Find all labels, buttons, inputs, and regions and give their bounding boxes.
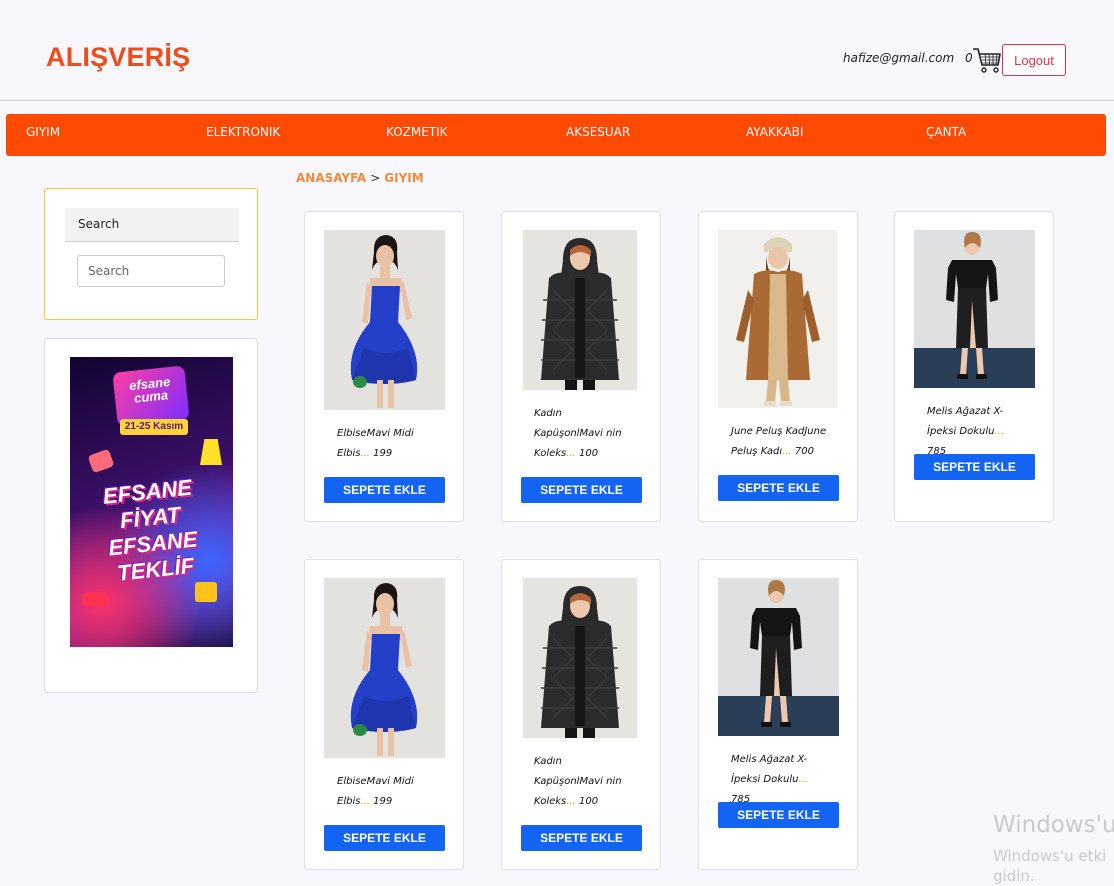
shoe-icon	[82, 592, 108, 606]
windows-activation-watermark: Windows'u	[993, 812, 1114, 838]
ellipsis: ...	[994, 426, 1005, 437]
breadcrumb-current: GIYIM	[384, 171, 424, 185]
watermark-line: Windows'u etki	[993, 847, 1107, 865]
product-card: June Peluş KadJune Peluş Kadı... 700 SEP…	[698, 211, 858, 522]
promo-panel: efsane cuma 21-25 Kasım EFSANE FİYAT EFSA…	[44, 338, 258, 693]
product-caption: Kadın KapüşonlMavi nin Koleks... 100	[534, 404, 630, 464]
product-card: Melis Ağazat X- İpeksi Dokulu... 785 SEP…	[698, 559, 858, 870]
add-to-cart-button[interactable]: SEPETE EKLE	[718, 475, 839, 501]
search-panel: Search	[44, 188, 258, 320]
product-image-blue-dress[interactable]	[324, 578, 445, 758]
ellipsis: ...	[360, 448, 370, 459]
site-header: ALIŞVERİŞ hafize@gmail.com 0 Logout	[0, 0, 1114, 101]
product-caption: ElbiseMavi Midi Elbis... 199	[337, 772, 433, 812]
product-name-line: ElbiseMavi Midi	[337, 428, 414, 439]
add-to-cart-button[interactable]: SEPETE EKLE	[718, 802, 839, 828]
product-price: 700	[794, 446, 814, 457]
product-name-line: KapüşonlMavi nin	[534, 776, 622, 787]
add-to-cart-button[interactable]: SEPETE EKLE	[324, 477, 445, 503]
promo-badge: efsane cuma	[112, 365, 190, 427]
logout-button[interactable]: Logout	[1002, 44, 1066, 76]
promo-headline: EFSANE FİYAT EFSANE TEKLİF	[101, 474, 199, 586]
nav-item-kozmetik[interactable]: KOZMETIK	[386, 125, 448, 139]
windows-activation-subtext: Windows'u etki gidin.	[993, 846, 1106, 886]
product-price: 199	[373, 448, 393, 459]
product-caption: ElbiseMavi Midi Elbis... 199	[337, 424, 433, 464]
handbag-icon	[87, 448, 115, 474]
ellipsis: ...	[566, 796, 576, 807]
nav-item-canta[interactable]: ÇANTA	[926, 125, 966, 139]
product-card: Melis Ağazat X- İpeksi Dokulu... 785 SEP…	[894, 211, 1054, 522]
product-caption: June Peluş KadJune Peluş Kadı... 700	[731, 422, 827, 462]
breadcrumb-home[interactable]: ANASAYFA	[296, 171, 366, 185]
user-email: hafize@gmail.com	[843, 51, 955, 65]
product-price: 100	[579, 796, 599, 807]
product-name-line: Koleks	[534, 796, 567, 807]
breadcrumb: ANASAYFA > GIYIM	[296, 171, 424, 185]
product-caption: Melis Ağazat X- İpeksi Dokulu... 785	[731, 750, 827, 810]
ellipsis: ...	[360, 796, 370, 807]
product-card: ElbiseMavi Midi Elbis... 199 SEPETE EKLE	[304, 559, 464, 870]
promo-date: 21-25 Kasım	[120, 419, 188, 435]
product-name-line: Elbis	[337, 796, 361, 807]
product-image-black-puffer-coat[interactable]	[523, 230, 637, 390]
product-name-line: Melis Ağazat X-	[927, 406, 1004, 417]
nav-item-elektronik[interactable]: ELEKTRONIK	[206, 125, 280, 139]
promo-banner[interactable]: efsane cuma 21-25 Kasım EFSANE FİYAT EFSA…	[70, 357, 233, 647]
product-card: Kadın KapüşonlMavi nin Koleks... 100 SEP…	[501, 211, 661, 522]
shopping-cart-icon[interactable]	[972, 45, 1002, 75]
search-panel-title: Search	[65, 208, 239, 242]
product-name-line: June Peluş KadJune	[731, 426, 827, 437]
product-name-line: Kadın	[534, 756, 562, 767]
product-name-line: İpeksi Dokulu	[927, 426, 995, 437]
product-caption: Kadın KapüşonlMavi nin Koleks... 100	[534, 752, 630, 812]
breadcrumb-separator: >	[370, 171, 381, 185]
nav-item-aksesuar[interactable]: AKSESUAR	[566, 125, 630, 139]
product-card: ElbiseMavi Midi Elbis... 199 SEPETE EKLE	[304, 211, 464, 522]
product-name-line: KapüşonlMavi nin	[534, 428, 622, 439]
product-image-black-puffer-coat[interactable]	[523, 578, 637, 738]
product-price: 199	[373, 796, 393, 807]
search-input[interactable]	[77, 255, 225, 287]
dress-icon	[200, 439, 222, 465]
add-to-cart-button[interactable]: SEPETE EKLE	[914, 454, 1035, 480]
product-caption: Melis Ağazat X- İpeksi Dokulu... 785	[927, 402, 1023, 462]
add-to-cart-button[interactable]: SEPETE EKLE	[324, 825, 445, 851]
add-to-cart-button[interactable]: SEPETE EKLE	[521, 825, 642, 851]
ellipsis: ...	[798, 774, 809, 785]
product-image-black-leather-skirt[interactable]	[914, 230, 1035, 388]
product-name-line: Kadın	[534, 408, 562, 419]
product-image-blue-dress[interactable]	[324, 230, 445, 410]
category-nav: GIYIM ELEKTRONIK KOZMETIK AKSESUAR AYAKK…	[6, 114, 1106, 156]
product-image-brown-plush-coat[interactable]	[718, 230, 837, 408]
product-name-line: Melis Ağazat X-	[731, 754, 808, 765]
product-name-line: Peluş Kadı	[731, 446, 783, 457]
product-name-line: ElbiseMavi Midi	[337, 776, 414, 787]
nav-item-giyim[interactable]: GIYIM	[26, 125, 60, 139]
ellipsis: ...	[566, 448, 576, 459]
brand-logo[interactable]: ALIŞVERİŞ	[46, 42, 190, 73]
promo-badge-line2: cuma	[133, 387, 169, 406]
nav-item-ayakkabi[interactable]: AYAKKABI	[746, 125, 803, 139]
product-card: Kadın KapüşonlMavi nin Koleks... 100 SEP…	[501, 559, 661, 870]
product-image-black-leather-skirt[interactable]	[718, 578, 839, 736]
watermark-line: gidin.	[993, 867, 1035, 885]
chair-icon	[195, 582, 217, 602]
add-to-cart-button[interactable]: SEPETE EKLE	[521, 477, 642, 503]
product-name-line: Koleks	[534, 448, 567, 459]
ellipsis: ...	[782, 446, 792, 457]
product-name-line: Elbis	[337, 448, 361, 459]
product-name-line: İpeksi Dokulu	[731, 774, 799, 785]
product-price: 100	[579, 448, 599, 459]
